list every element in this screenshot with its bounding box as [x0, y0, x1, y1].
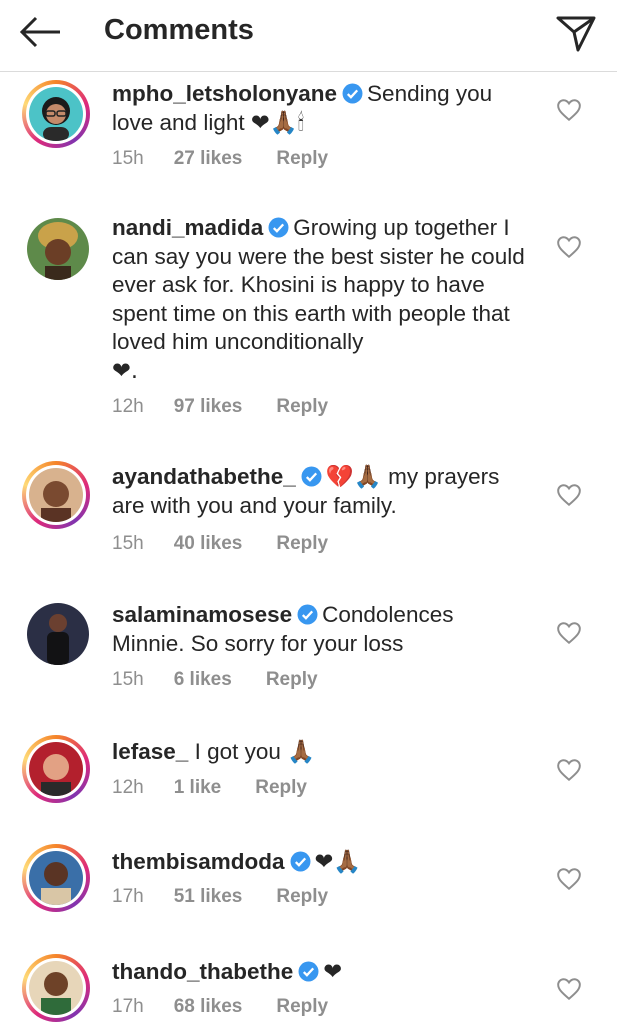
comment-text: lefase_ I got you 🙏🏾: [112, 738, 532, 767]
comment-username[interactable]: mpho_letsholonyane: [112, 81, 337, 106]
avatar-image: [29, 742, 83, 796]
comment-meta: 17h 68 likes Reply: [112, 996, 328, 1018]
heart-outline-icon: [557, 622, 581, 645]
verified-badge-icon: [298, 961, 319, 982]
comment-emoji: ❤.: [112, 357, 139, 384]
like-button[interactable]: [556, 757, 582, 783]
heart-outline-icon: [557, 484, 581, 507]
heart-outline-icon: [557, 99, 581, 122]
verified-badge-icon: [290, 851, 311, 872]
like-button[interactable]: [556, 976, 582, 1002]
avatar[interactable]: [27, 603, 89, 665]
arrow-left-icon: [19, 16, 60, 48]
avatar[interactable]: [22, 80, 90, 148]
avatar[interactable]: [27, 218, 89, 280]
comment-time: 15h: [112, 669, 144, 690]
comment-meta: 15h 6 likes Reply: [112, 669, 318, 691]
avatar-image: [29, 87, 83, 141]
heart-outline-icon: [557, 236, 581, 259]
comment-time: 17h: [112, 886, 144, 907]
avatar-image: [27, 218, 89, 280]
comment-username[interactable]: thando_thabethe: [112, 959, 293, 984]
reply-button[interactable]: Reply: [276, 996, 328, 1017]
like-button[interactable]: [556, 97, 582, 123]
comment-likes[interactable]: 51 likes: [174, 886, 243, 907]
comment-time: 12h: [112, 396, 144, 417]
reply-button[interactable]: Reply: [276, 396, 328, 417]
comment-meta: 15h 40 likes Reply: [112, 533, 328, 555]
avatar[interactable]: [22, 735, 90, 803]
avatar[interactable]: [22, 844, 90, 912]
comment-likes[interactable]: 1 like: [174, 777, 222, 798]
top-bar: Comments: [0, 0, 617, 72]
avatar[interactable]: [22, 954, 90, 1022]
comment-likes[interactable]: 6 likes: [174, 669, 232, 690]
heart-outline-icon: [557, 978, 581, 1001]
comment-likes[interactable]: 68 likes: [174, 996, 243, 1017]
comment-meta: 15h 27 likes Reply: [112, 148, 328, 170]
reply-button[interactable]: Reply: [276, 886, 328, 907]
like-button[interactable]: [556, 866, 582, 892]
comment-emoji: ❤🙏🏾🕯: [250, 109, 305, 136]
comment-likes[interactable]: 40 likes: [174, 533, 243, 554]
avatar[interactable]: [22, 461, 90, 529]
comment-emoji: ❤🙏🏾: [314, 849, 362, 875]
verified-badge-icon: [297, 604, 318, 625]
avatar-image: [27, 603, 89, 665]
avatar-image: [29, 961, 83, 1015]
reply-button[interactable]: Reply: [255, 777, 307, 798]
reply-button[interactable]: Reply: [276, 148, 328, 169]
comment-meta: 17h 51 likes Reply: [112, 886, 328, 908]
reply-button[interactable]: Reply: [266, 669, 318, 690]
avatar-image: [29, 468, 83, 522]
verified-badge-icon: [342, 83, 363, 104]
reply-button[interactable]: Reply: [276, 533, 328, 554]
comment-emoji: ❤: [323, 959, 343, 985]
comment-text: ayandathabethe_ 💔🙏🏾 my prayers are with y…: [112, 463, 532, 520]
share-button[interactable]: [552, 8, 600, 56]
comment-meta: 12h 1 like Reply: [112, 777, 307, 799]
comment-likes[interactable]: 97 likes: [174, 396, 243, 417]
like-button[interactable]: [556, 482, 582, 508]
avatar-image: [29, 851, 83, 905]
like-button[interactable]: [556, 620, 582, 646]
page-title: Comments: [104, 14, 254, 46]
heart-outline-icon: [557, 868, 581, 891]
verified-badge-icon: [301, 466, 322, 487]
comment-username[interactable]: salaminamosese: [112, 602, 292, 627]
comment-text: mpho_letsholonyane Sending you love and l…: [112, 80, 532, 137]
comment-likes[interactable]: 27 likes: [174, 148, 243, 169]
comment-time: 15h: [112, 533, 144, 554]
comment-time: 15h: [112, 148, 144, 169]
comment-meta: 12h 97 likes Reply: [112, 396, 328, 418]
back-button[interactable]: [14, 12, 62, 52]
comment-time: 17h: [112, 996, 144, 1017]
comment-username[interactable]: ayandathabethe_: [112, 464, 296, 489]
comment-username[interactable]: thembisamdoda: [112, 849, 285, 874]
comment-time: 12h: [112, 777, 144, 798]
like-button[interactable]: [556, 234, 582, 260]
comment-emoji: 🙏🏾: [287, 739, 316, 765]
comment-text: thando_thabethe ❤: [112, 958, 532, 987]
comment-username[interactable]: lefase_: [112, 739, 188, 764]
comment-text: salaminamosese Condolences Minnie. So sor…: [112, 601, 532, 658]
comment-body: I got you: [194, 739, 281, 764]
verified-badge-icon: [268, 217, 289, 238]
comment-username[interactable]: nandi_madida: [112, 215, 263, 240]
heart-outline-icon: [557, 759, 581, 782]
comment-text: thembisamdoda ❤🙏🏾: [112, 848, 532, 877]
comment-text: nandi_madida Growing up together I can sa…: [112, 214, 532, 385]
comment-emoji: 💔🙏🏾: [325, 464, 382, 490]
paper-plane-icon: [556, 16, 596, 52]
